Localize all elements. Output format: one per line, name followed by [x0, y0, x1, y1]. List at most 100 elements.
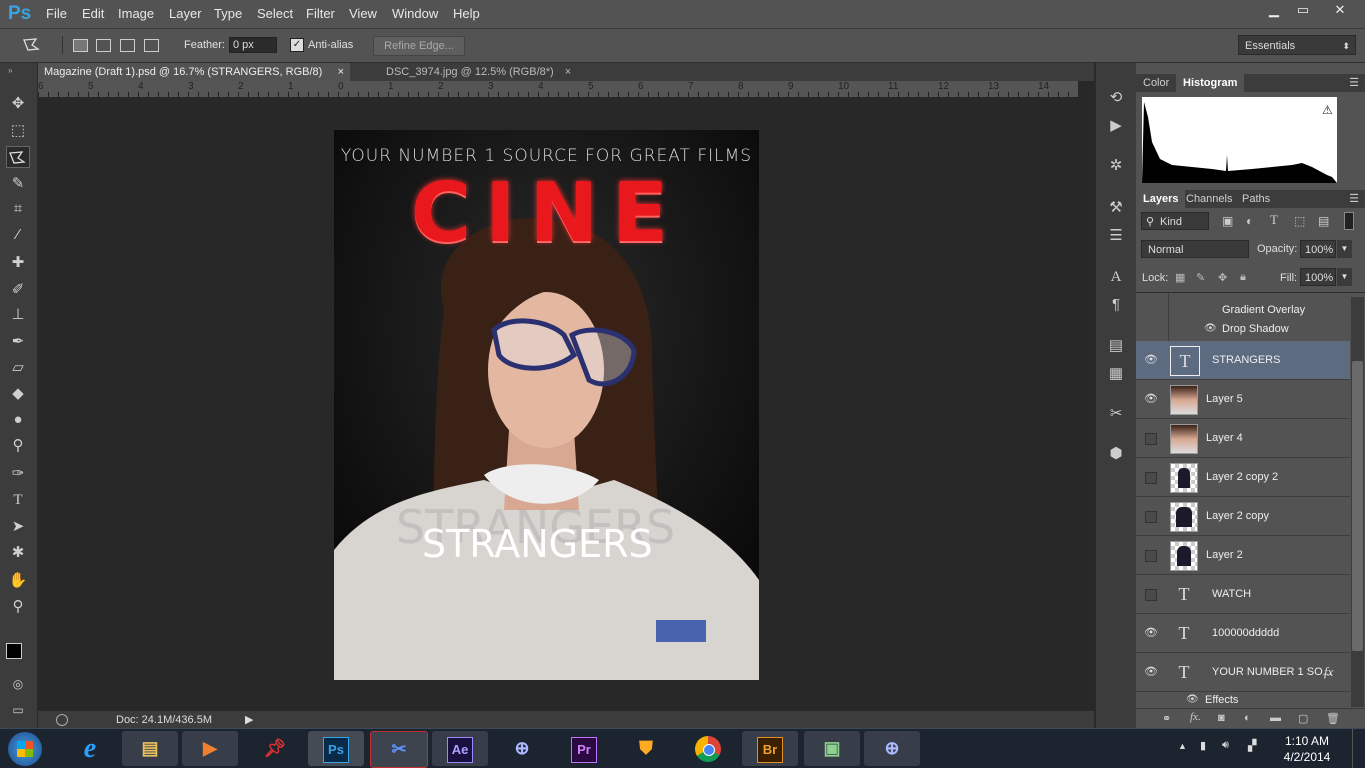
status-arrow-icon[interactable]: ▶ [245, 713, 253, 726]
visibility-toggle[interactable] [1145, 433, 1157, 445]
paragraph-icon[interactable]: ¶ [1106, 295, 1126, 315]
move-tool-icon[interactable]: ✥ [6, 93, 30, 115]
dodge-tool-icon[interactable]: ⚲ [6, 435, 30, 457]
layer-row[interactable]: T WATCH [1136, 575, 1350, 614]
minimize-button[interactable]: ▁ [1259, 0, 1289, 20]
adjustments-icon[interactable]: ☰ [1106, 226, 1126, 246]
lock-position-icon[interactable]: ✥ [1218, 271, 1227, 284]
eye-icon[interactable]: 👁︎ [1144, 354, 1158, 366]
character-icon[interactable]: A [1106, 267, 1126, 287]
crop-tool-icon[interactable]: ⌗ [6, 198, 30, 220]
tab-histogram[interactable]: Histogram [1176, 74, 1245, 92]
close-icon[interactable]: × [565, 66, 571, 78]
polygonal-lasso-preset-icon[interactable] [22, 37, 42, 53]
chevron-down-icon[interactable]: ▼ [1337, 268, 1352, 286]
network-icon[interactable]: ▞ [1248, 739, 1256, 752]
menu-select[interactable]: Select [257, 6, 293, 21]
panel-menu-icon[interactable]: ☰ [1349, 76, 1359, 89]
safari-icon[interactable]: ⊕ [864, 731, 920, 766]
snipping-tool-icon[interactable]: ✂ [370, 731, 428, 768]
filter-pixel-icon[interactable]: ▣ [1222, 214, 1233, 228]
filter-toggle[interactable] [1344, 212, 1354, 230]
app-shield-icon[interactable]: ⛊ [618, 731, 674, 766]
filter-type-icon[interactable]: T [1270, 212, 1278, 228]
tab-color[interactable]: Color [1136, 74, 1176, 92]
battery-icon[interactable]: ▮ [1200, 739, 1206, 752]
layer-row[interactable]: Layer 2 copy [1136, 497, 1350, 536]
warning-icon[interactable]: ⚠ [1322, 103, 1333, 117]
explorer-folder-icon[interactable]: ▤ [122, 731, 178, 766]
eye-icon[interactable]: 👁︎ [1144, 666, 1158, 678]
clone-stamp-tool-icon[interactable]: ⊥ [6, 304, 30, 326]
healing-brush-tool-icon[interactable]: ✚ [6, 252, 30, 274]
magazine-poster[interactable]: YOUR NUMBER 1 SOURCE FOR GREAT FILMS CIN… [334, 130, 759, 680]
eye-icon[interactable]: 👁︎ [1204, 323, 1217, 334]
status-menu-icon[interactable] [56, 714, 68, 726]
quick-mask-icon[interactable]: ◎ [6, 673, 30, 695]
antialias-checkbox[interactable]: ✓ [290, 38, 304, 52]
menu-filter[interactable]: Filter [306, 6, 335, 21]
intersect-selection-icon[interactable] [144, 39, 159, 52]
tab-magazine[interactable]: Magazine (Draft 1).psd @ 16.7% (STRANGER… [38, 63, 350, 81]
clock-time[interactable]: 1:10 AM [1282, 734, 1332, 748]
path-selection-tool-icon[interactable]: ➤ [6, 516, 30, 538]
fx-icon[interactable]: fx [1324, 664, 1333, 680]
eye-icon[interactable]: 👁︎ [1144, 393, 1158, 405]
screen-mode-icon[interactable]: ▭ [6, 699, 30, 721]
monitor-app-icon[interactable]: ▣ [804, 731, 860, 766]
maximize-button[interactable]: ▭ [1288, 0, 1318, 20]
adjustment-layer-icon[interactable]: ◐ [1244, 712, 1251, 724]
menu-view[interactable]: View [349, 6, 377, 21]
layer-row[interactable]: Layer 2 copy 2 [1136, 458, 1350, 497]
visibility-toggle[interactable] [1145, 550, 1157, 562]
show-hidden-icons[interactable]: ▲ [1178, 741, 1187, 751]
chevron-down-icon[interactable]: ▼ [1337, 240, 1352, 258]
new-selection-icon[interactable] [73, 39, 88, 52]
menu-image[interactable]: Image [118, 6, 154, 21]
layer-row[interactable]: 👁︎ T STRANGERS [1136, 341, 1350, 380]
visibility-toggle[interactable] [1145, 511, 1157, 523]
menu-edit[interactable]: Edit [82, 6, 104, 21]
info-icon[interactable]: ▤ [1106, 336, 1126, 356]
tab-dsc3974[interactable]: DSC_3974.jpg @ 12.5% (RGB/8*) × [380, 63, 577, 81]
tab-channels[interactable]: Channels [1179, 190, 1239, 208]
zoom-tool-icon[interactable]: ⚲ [6, 596, 30, 618]
history-icon[interactable]: ⟲ [1106, 88, 1126, 108]
effect-gradient-overlay[interactable]: Gradient Overlay [1222, 304, 1305, 316]
taskbar-photoshop[interactable]: Ps [308, 731, 364, 766]
close-icon[interactable]: × [338, 63, 344, 81]
filter-smartobject-icon[interactable]: ▤ [1318, 214, 1329, 228]
blur-tool-icon[interactable]: ● [6, 409, 30, 431]
menu-file[interactable]: File [46, 6, 67, 21]
layer-row[interactable]: 👁︎ Layer 5 [1136, 380, 1350, 419]
pen-tool-icon[interactable]: ✑ [6, 463, 30, 485]
refine-edge-button[interactable]: Refine Edge... [373, 36, 465, 56]
lock-paint-icon[interactable]: ✎ [1196, 271, 1205, 284]
new-group-icon[interactable]: ▬ [1270, 712, 1281, 724]
layers-scrollbar[interactable] [1351, 297, 1364, 707]
taskbar-after-effects[interactable]: Ae [432, 731, 488, 766]
notes-icon[interactable]: ▦ [1106, 364, 1126, 384]
link-layers-icon[interactable]: ⚭ [1162, 712, 1171, 725]
workspace-select[interactable]: Essentials ⬍ [1238, 35, 1356, 55]
menu-window[interactable]: Window [392, 6, 438, 21]
panel-menu-icon[interactable]: ☰ [1349, 192, 1359, 205]
menu-help[interactable]: Help [453, 6, 480, 21]
internet-explorer-icon[interactable]: e [62, 731, 118, 766]
blend-mode-select[interactable]: Normal [1141, 240, 1249, 258]
paint-bucket-tool-icon[interactable]: ◆ [6, 383, 30, 405]
marquee-tool-icon[interactable]: ⬚ [6, 120, 30, 142]
visibility-toggle[interactable] [1145, 472, 1157, 484]
add-selection-icon[interactable] [96, 39, 111, 52]
filter-adjustment-icon[interactable]: ◐ [1246, 214, 1253, 228]
filter-shape-icon[interactable]: ⬚ [1294, 214, 1305, 228]
layer-filter-kind-select[interactable]: ⚲ Kind [1141, 212, 1209, 230]
3d-icon[interactable]: ⬢ [1106, 444, 1126, 464]
layer-row[interactable]: Layer 4 [1136, 419, 1350, 458]
brush-tool-icon[interactable]: ✐ [6, 279, 30, 301]
menu-type[interactable]: Type [214, 6, 242, 21]
volume-icon[interactable]: 🔊︎ [1222, 739, 1229, 752]
lock-transparency-icon[interactable]: ▦ [1175, 271, 1185, 284]
quick-select-tool-icon[interactable]: ✎ [6, 173, 30, 195]
clock-date[interactable]: 4/2/2014 [1282, 750, 1332, 764]
